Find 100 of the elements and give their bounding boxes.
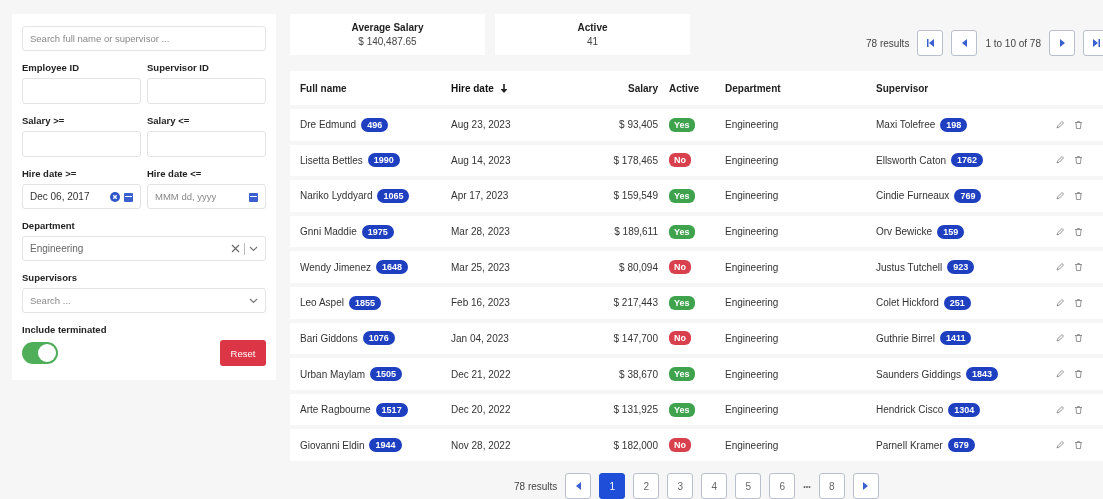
input-field[interactable] [22,131,141,157]
supervisors-select[interactable]: Search ... [22,288,266,313]
table-cell-text: Engineering [725,297,780,309]
edit-icon[interactable] [1056,227,1064,236]
page-button[interactable]: 4 [701,473,728,499]
page-button[interactable]: 6 [769,473,796,499]
table-cell-text: Mar 25, 2023 [451,261,511,273]
chevron-down-icon[interactable] [249,297,258,304]
date-input[interactable]: MMM dd, yyyy [155,185,245,208]
table-cell-text: Aug 14, 2023 [451,154,512,166]
field-label: Hire date >= [22,168,78,179]
id-badge: 1843 [966,367,999,381]
trash-icon[interactable] [1075,405,1082,414]
supervisor-name: Parnell Kramer [876,439,943,451]
column-header[interactable]: Active [658,82,699,94]
edit-icon[interactable] [1056,191,1064,200]
trash-icon[interactable] [1075,441,1082,450]
status-badge: Yes [669,367,695,381]
column-header[interactable]: Department [725,82,781,94]
edit-icon[interactable] [1056,156,1064,165]
table-cell: $ 93,405 [619,119,658,131]
status-badge: No [669,260,691,275]
table-cell-text: Feb 16, 2023 [451,297,511,309]
edit-icon[interactable] [1056,370,1064,378]
field-label: Include terminated [22,324,108,335]
employee-name: Arte Ragbourne [300,404,371,416]
column-header[interactable]: Salary [627,82,658,94]
edit-icon[interactable] [1056,334,1064,343]
edit-icon[interactable] [1056,405,1064,414]
id-badge: 1505 [370,367,403,381]
page-button[interactable]: 2 [633,473,660,499]
search-field[interactable]: Search full name or supervisor ... [22,26,266,51]
calendar-icon[interactable] [124,191,133,202]
id-badge: 1944 [369,438,402,453]
employee-name: Bari Giddons [300,332,358,344]
table-cell: $ 217,443 [613,297,658,309]
date-field[interactable]: MMM dd, yyyy [147,184,266,209]
calendar-icon[interactable] [249,191,258,202]
employee-name: Gnni Maddie [300,226,357,238]
trash-icon[interactable] [1075,370,1082,378]
input-field[interactable] [22,78,141,104]
input-field[interactable] [147,131,266,157]
next-page-button[interactable] [852,473,879,499]
supervisor-name: Colet Hickford [876,297,939,309]
field-label: Supervisors [22,272,78,283]
results-count: 78 results [514,480,558,492]
edit-icon[interactable] [1056,120,1064,129]
status-badge: Yes [669,117,695,132]
status-badge: No [669,331,691,346]
triangle-right-icon [863,482,869,491]
trash-icon[interactable] [1075,227,1082,236]
edit-icon[interactable] [1056,441,1064,450]
department-select[interactable]: Engineering [22,236,266,261]
id-badge: 1076 [362,331,395,346]
date-field[interactable]: Dec 06, 2017 [22,184,141,209]
trash-icon[interactable] [1075,191,1082,200]
stat-value: 41 [586,36,599,47]
page-button[interactable]: 5 [735,473,762,499]
first-page-button[interactable] [917,30,944,56]
id-badge: 679 [947,438,975,453]
trash-icon[interactable] [1075,298,1082,307]
trash-icon[interactable] [1075,334,1082,343]
table-cell-text: Apr 17, 2023 [451,190,510,202]
employee-name: Urban Maylam [300,368,366,380]
previous-page-button[interactable] [951,30,978,56]
search-input[interactable]: Search ... [30,289,245,312]
table-cell: $ 131,925 [613,404,658,416]
column-header[interactable]: Hire date [451,82,508,94]
column-header[interactable]: Full name [300,82,347,94]
next-page-button[interactable] [1049,30,1075,56]
reset-button[interactable]: Reset [220,340,266,366]
clear-icon[interactable] [231,244,240,253]
trash-icon[interactable] [1075,156,1082,165]
column-header[interactable]: Supervisor [876,82,929,94]
results-count: 78 results [866,37,910,49]
toggle-switch[interactable] [22,342,58,364]
field-label: Department [22,220,76,231]
employee-name: Lisetta Bettles [300,154,363,166]
previous-page-button[interactable] [565,473,592,499]
clear-icon[interactable] [110,191,120,202]
trash-icon[interactable] [1075,263,1082,272]
id-badge: 251 [943,295,971,310]
table-cell-text: Mar 28, 2023 [451,226,511,238]
chevron-down-icon[interactable] [249,245,258,252]
last-page-button[interactable] [1083,30,1103,56]
input-field[interactable] [147,78,266,104]
page-button[interactable]: 1 [599,473,626,499]
edit-icon[interactable] [1056,263,1064,272]
id-badge: 769 [954,188,982,203]
supervisor-name: Ellsworth Caton [876,154,947,166]
page-button[interactable]: 8 [818,473,845,499]
id-badge: 496 [361,117,389,132]
employee-name: Nariko Lyddyard [300,190,373,202]
id-badge: 1762 [951,153,984,168]
trash-icon[interactable] [1075,120,1082,129]
page-button[interactable]: 3 [667,473,694,499]
field-label: Salary >= [22,115,66,126]
edit-icon[interactable] [1056,298,1064,307]
employee-name: Wendy Jimenez [300,261,371,273]
table-cell-text: Nov 28, 2022 [451,439,512,451]
